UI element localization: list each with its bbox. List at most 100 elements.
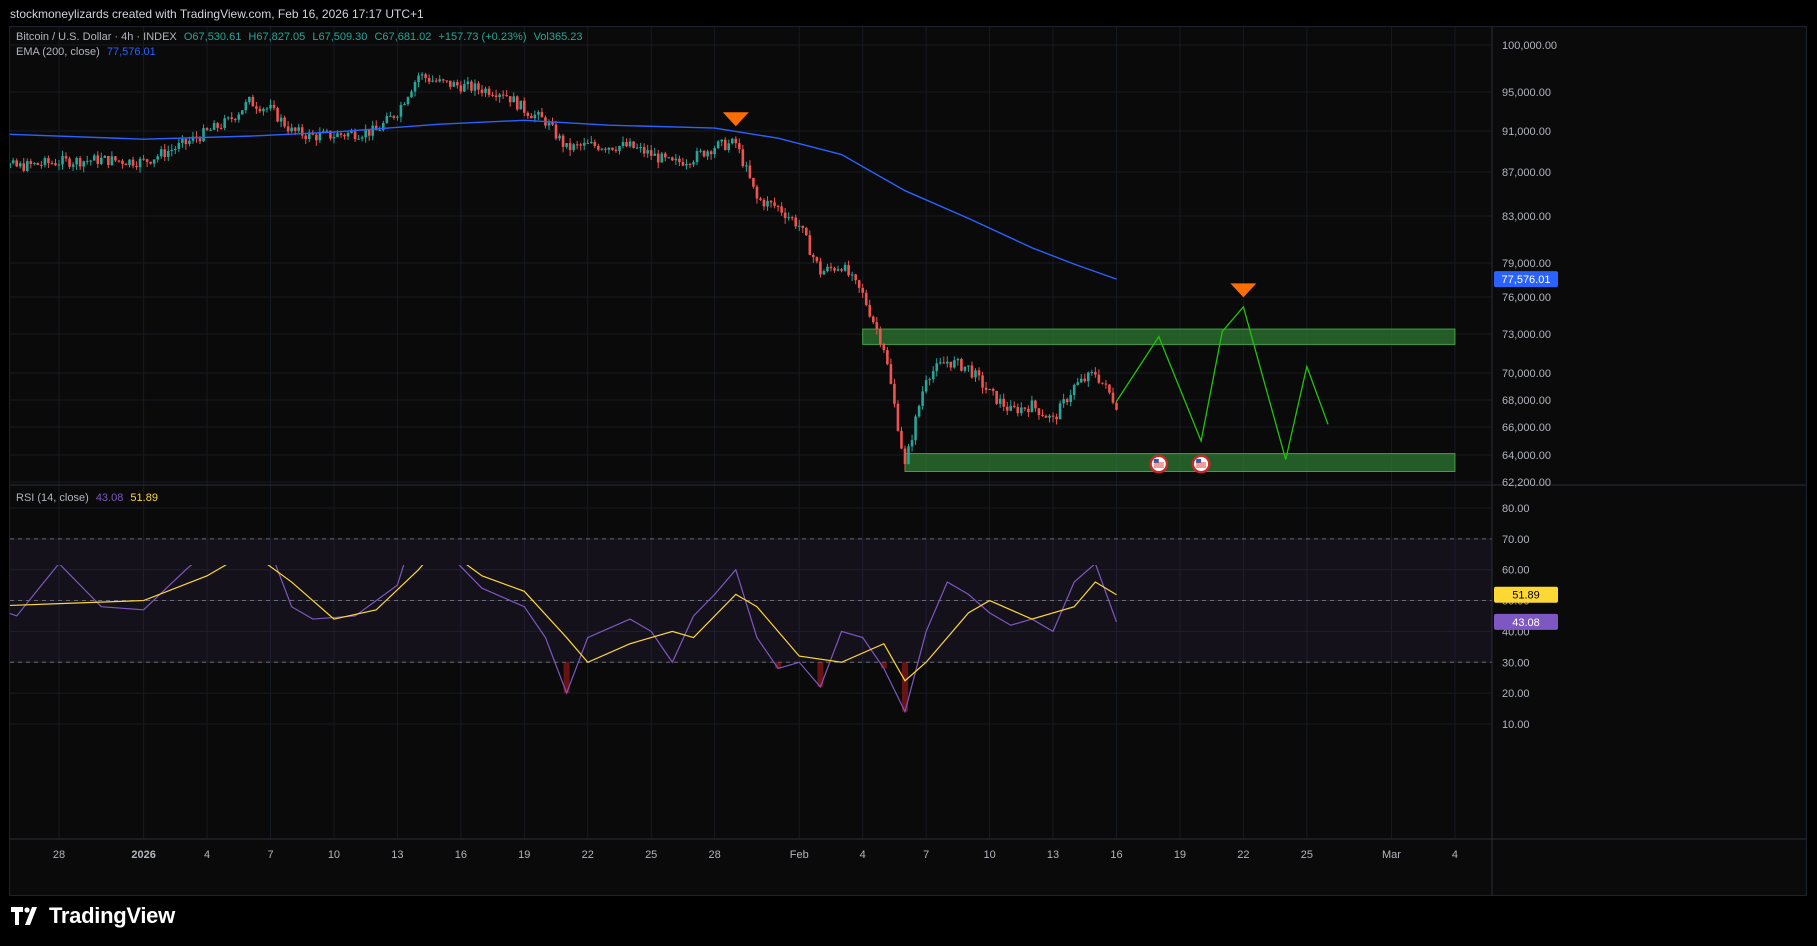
candle-body (946, 361, 949, 364)
candle-body (1083, 378, 1087, 382)
candle (290, 123, 293, 134)
candle (938, 357, 942, 365)
ohlc-change: +157.73 (+0.23%) (438, 31, 527, 43)
candle-body (396, 116, 399, 118)
candle-body (241, 110, 244, 115)
candle-body (494, 95, 498, 98)
candle-body (713, 148, 716, 155)
candle (537, 110, 540, 120)
candle (797, 219, 801, 232)
candle (762, 198, 766, 211)
candle-body (762, 199, 766, 207)
candle-body (910, 440, 914, 447)
candle (523, 97, 526, 117)
candle (103, 154, 107, 159)
candle-body (593, 142, 597, 146)
candle-body (269, 104, 272, 109)
candle-body (956, 359, 960, 361)
tradingview-logo[interactable]: TradingView (11, 902, 175, 930)
candle-body (730, 138, 734, 144)
time-tick-label: 4 (204, 849, 210, 861)
candle (142, 155, 145, 161)
candle (241, 110, 244, 115)
candle-body (868, 304, 872, 317)
candle-body (114, 156, 117, 161)
rsi-ma-badge-text: 51.89 (1512, 590, 1540, 602)
candle (635, 143, 639, 150)
rsi-tick-label: 20.00 (1502, 688, 1530, 700)
candle (981, 371, 984, 394)
candle (480, 84, 484, 97)
candle (138, 156, 142, 173)
candle-body (413, 82, 417, 92)
candle (935, 358, 939, 377)
candle (871, 315, 875, 325)
candle-body (300, 127, 304, 136)
candle (1058, 400, 1062, 420)
candle (586, 139, 590, 144)
candle (434, 78, 438, 83)
time-tick-label: 22 (1237, 849, 1249, 861)
candle (709, 149, 713, 160)
candle (949, 361, 953, 371)
ema-label[interactable]: EMA (200, close) (16, 46, 100, 58)
candle-body (420, 74, 424, 76)
candle-body (826, 266, 829, 272)
candle (991, 387, 995, 396)
candle-body (92, 155, 96, 161)
candle (463, 79, 466, 93)
time-tick-label: 25 (645, 849, 657, 861)
chart-header: stockmoneylizards created with TradingVi… (10, 7, 424, 21)
candle-body (325, 130, 329, 132)
rsi-label[interactable]: RSI (14, close) (16, 492, 89, 504)
candle (403, 101, 406, 106)
price-candles (10, 72, 1118, 470)
candle (304, 133, 308, 144)
candle-body (399, 104, 403, 117)
candle-body (149, 161, 152, 164)
candle-body (840, 269, 843, 271)
ema-value: 77,576.01 (106, 46, 156, 58)
candle-body (854, 274, 857, 281)
candle (29, 158, 33, 169)
candle-body (780, 206, 783, 213)
time-tick-label: 4 (860, 849, 866, 861)
candle-body (656, 153, 660, 163)
candle-body (953, 360, 956, 368)
candle (315, 132, 318, 146)
time-tick-label: 19 (1174, 849, 1186, 861)
candle (265, 106, 269, 113)
candle-body (417, 75, 420, 83)
candle (68, 156, 71, 169)
candle-body (508, 96, 512, 103)
candle-body (441, 79, 445, 81)
candle (226, 116, 230, 121)
candle (706, 149, 709, 160)
candle-body (597, 145, 600, 150)
candle (272, 100, 276, 111)
candle-body (487, 88, 491, 95)
candle-body (995, 390, 998, 404)
candle-body (639, 147, 642, 149)
symbol-label[interactable]: Bitcoin / U.S. Dollar · 4h · INDEX (16, 31, 177, 43)
candle-body (1034, 400, 1037, 409)
candle-body (1097, 374, 1101, 383)
candle (942, 356, 946, 364)
candle-body (61, 156, 64, 165)
price-zone-2 (904, 453, 1456, 473)
chart-canvas[interactable]: 100,000.00 95,000.00 91,000.00 87,000.00 83,… (10, 27, 1806, 895)
candle-body (128, 159, 131, 166)
candle-body (110, 156, 114, 165)
candle (318, 127, 322, 143)
candle (233, 118, 237, 123)
candle-body (343, 134, 346, 137)
candle (15, 158, 18, 168)
ohlc-high: H67,827.05 (248, 31, 306, 43)
candle (664, 151, 667, 162)
candle (452, 80, 456, 87)
candle-body (671, 157, 674, 161)
candle (695, 147, 699, 166)
candle (579, 142, 582, 151)
candle-body (748, 165, 752, 178)
candle (808, 230, 812, 255)
